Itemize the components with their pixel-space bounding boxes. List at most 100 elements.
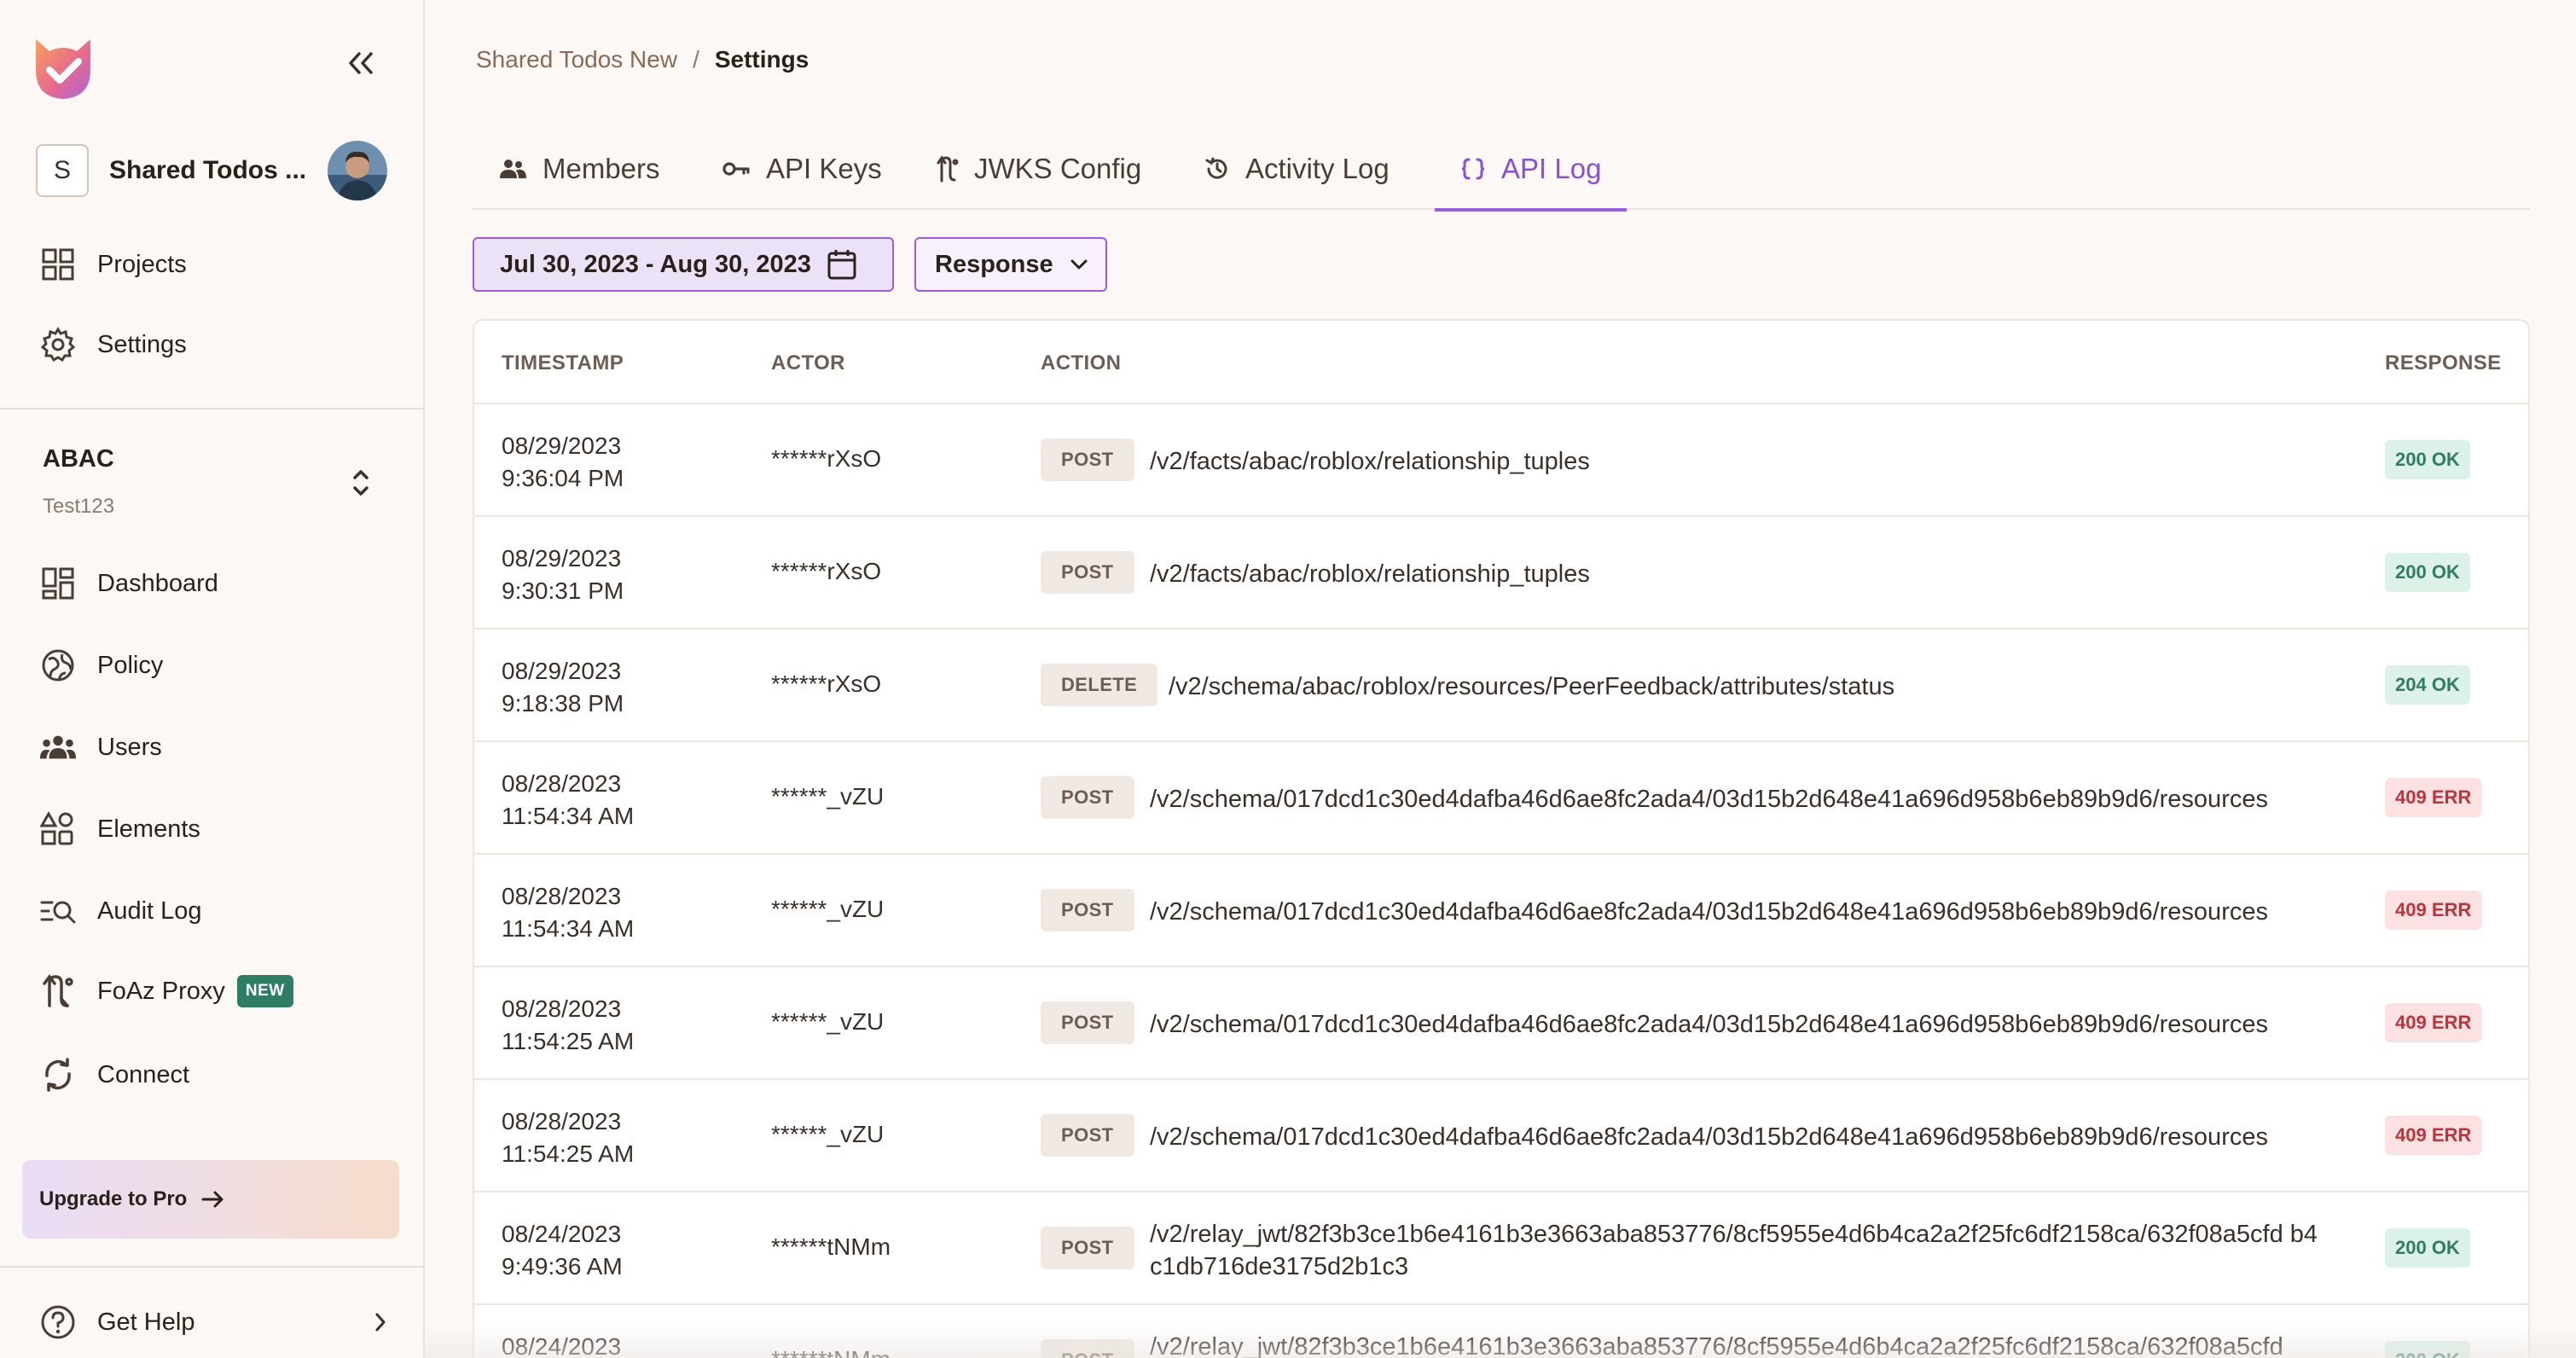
- policy-icon: [39, 647, 77, 684]
- sidebar-item-audit-log[interactable]: Audit Log: [39, 887, 389, 935]
- timestamp-time: 11:54:34 AM: [502, 915, 635, 942]
- timestamp-time: 11:54:25 AM: [502, 1140, 635, 1167]
- table-row[interactable]: 08/28/2023 11:54:34 AM ******_vZU POST /v…: [474, 742, 2528, 855]
- workspace-avatar: S: [36, 144, 89, 197]
- api-log-table: TIMESTAMP ACTOR ACTION RESPONSE 08/29/20…: [473, 319, 2530, 1358]
- tab-activity-log[interactable]: Activity Log: [1179, 128, 1415, 210]
- upgrade-to-pro-button[interactable]: Upgrade to Pro: [22, 1160, 399, 1239]
- sidebar-item-connect[interactable]: Connect: [39, 1051, 389, 1099]
- members-icon: [500, 160, 526, 178]
- timestamp-cell: 08/28/2023 11:54:25 AM: [502, 993, 634, 1058]
- project-switcher-button[interactable]: [348, 466, 374, 500]
- permit-logo-icon[interactable]: [29, 31, 97, 102]
- user-avatar[interactable]: [328, 141, 387, 200]
- table-row[interactable]: 08/24/2023 ******tNMm POST /v2/relay_jwt…: [474, 1305, 2528, 1358]
- sync-icon: [39, 1056, 77, 1094]
- sidebar-item-label: Dashboard: [97, 569, 218, 597]
- timestamp-date: 08/24/2023: [502, 1333, 622, 1358]
- http-method-badge: POST: [1041, 889, 1134, 931]
- sidebar-item-users[interactable]: Users: [39, 723, 389, 771]
- timestamp-date: 08/29/2023: [502, 432, 622, 459]
- get-help-button[interactable]: Get Help: [39, 1297, 389, 1348]
- timestamp-time: 9:30:31 PM: [502, 577, 624, 604]
- settings-tabs: Members API Keys JWKS Config Activity Lo…: [473, 128, 2530, 212]
- column-header-response: RESPONSE: [2385, 351, 2502, 374]
- sidebar-item-dashboard[interactable]: Dashboard: [39, 560, 389, 607]
- timestamp-cell: 08/29/2023 9:18:38 PM: [502, 655, 624, 720]
- users-icon: [39, 728, 77, 766]
- status-badge: 409 ERR: [2385, 778, 2482, 817]
- table-row[interactable]: 08/28/2023 11:54:25 AM ******_vZU POST /v…: [474, 967, 2528, 1080]
- status-badge: 409 ERR: [2385, 1003, 2482, 1042]
- status-badge: 409 ERR: [2385, 1116, 2482, 1155]
- tab-label: JWKS Config: [974, 153, 1142, 184]
- timestamp-date: 08/24/2023: [502, 1221, 622, 1247]
- actor-cell: ******tNMm: [771, 1346, 891, 1358]
- response-filter-dropdown[interactable]: Response: [914, 237, 1107, 292]
- table-row[interactable]: 08/28/2023 11:54:25 AM ******_vZU POST /v…: [474, 1080, 2528, 1193]
- tab-label: API Log: [1501, 153, 1602, 184]
- breadcrumb-separator: /: [693, 46, 699, 73]
- sidebar-divider: [0, 1266, 425, 1268]
- braces-icon: [1461, 158, 1485, 180]
- timestamp-time: 9:18:38 PM: [502, 690, 624, 717]
- status-badge: 200 OK: [2385, 553, 2470, 592]
- proxy-icon: [39, 972, 77, 1010]
- table-row[interactable]: 08/29/2023 9:36:04 PM ******rXsO POST /v2…: [474, 404, 2528, 517]
- tab-jwks-config[interactable]: JWKS Config: [911, 128, 1167, 210]
- http-method-badge: POST: [1041, 1227, 1134, 1269]
- chevron-right-icon: [375, 1313, 386, 1332]
- date-range-picker[interactable]: Jul 30, 2023 - Aug 30, 2023: [473, 237, 894, 292]
- request-path: /v2/facts/abac/roblox/relationship_tuple…: [1150, 560, 1590, 588]
- date-range-value: Jul 30, 2023 - Aug 30, 2023: [500, 250, 811, 278]
- actor-cell: ******_vZU: [771, 783, 885, 810]
- get-help-label: Get Help: [97, 1308, 195, 1336]
- collapse-sidebar-button[interactable]: [341, 44, 379, 82]
- breadcrumb-parent[interactable]: Shared Todos New: [476, 46, 677, 73]
- workspace-name: Shared Todos ...: [109, 156, 307, 184]
- timestamp-cell: 08/24/2023 9:49:36 AM: [502, 1218, 623, 1283]
- workspace-switcher[interactable]: S Shared Todos ...: [36, 141, 387, 200]
- upgrade-label: Upgrade to Pro: [39, 1187, 188, 1210]
- grid-icon: [39, 246, 77, 283]
- project-name: ABAC: [43, 445, 114, 473]
- table-row[interactable]: 08/24/2023 9:49:36 AM ******tNMm POST /v2…: [474, 1193, 2528, 1305]
- actor-cell: ******_vZU: [771, 1121, 885, 1147]
- sidebar-item-projects[interactable]: Projects: [39, 241, 389, 288]
- http-method-badge: POST: [1041, 776, 1134, 819]
- table-row[interactable]: 08/29/2023 9:18:38 PM ******rXsO DELETE /…: [474, 630, 2528, 742]
- tab-api-log[interactable]: API Log: [1435, 128, 1627, 212]
- actor-cell: ******rXsO: [771, 558, 882, 584]
- table-row[interactable]: 08/29/2023 9:30:31 PM ******rXsO POST /v2…: [474, 517, 2528, 630]
- timestamp-date: 08/29/2023: [502, 658, 622, 684]
- status-badge: 200 OK: [2385, 1228, 2470, 1268]
- status-badge: 409 ERR: [2385, 891, 2482, 930]
- actor-cell: ******_vZU: [771, 896, 885, 922]
- sidebar-item-elements[interactable]: Elements: [39, 805, 389, 853]
- request-path: /v2/schema/017dcd1c30ed4dafba46d6ae8fc2a…: [1150, 898, 2268, 926]
- sidebar-item-policy[interactable]: Policy: [39, 641, 389, 689]
- actor-cell: ******tNMm: [771, 1233, 891, 1260]
- elements-icon: [39, 810, 77, 848]
- table-row[interactable]: 08/28/2023 11:54:34 AM ******_vZU POST /v…: [474, 855, 2528, 967]
- request-path: /v2/relay_jwt/82f3b3ce1b6e4161b3e3663aba…: [1150, 1221, 2318, 1280]
- http-method-badge: POST: [1041, 1339, 1134, 1358]
- jwks-icon: [937, 155, 959, 183]
- tab-api-keys[interactable]: API Keys: [696, 128, 908, 210]
- timestamp-time: 11:54:34 AM: [502, 803, 635, 829]
- actor-cell: ******rXsO: [771, 445, 882, 472]
- calendar-icon: [827, 250, 856, 280]
- new-badge: NEW: [236, 975, 293, 1007]
- tab-members[interactable]: Members: [473, 128, 686, 210]
- timestamp-date: 08/28/2023: [502, 995, 622, 1022]
- sidebar-item-label: Audit Log: [97, 897, 202, 925]
- sidebar-item-foaz-proxy[interactable]: FoAz Proxy NEW: [39, 967, 389, 1015]
- status-badge: 204 OK: [2385, 665, 2470, 705]
- sidebar-item-label: Settings: [97, 330, 187, 358]
- timestamp-cell: 08/29/2023 9:36:04 PM: [502, 430, 624, 495]
- timestamp-date: 08/28/2023: [502, 770, 622, 797]
- key-icon: [722, 162, 750, 176]
- sidebar-item-settings[interactable]: Settings: [39, 321, 389, 369]
- environment-name: Test123: [43, 495, 115, 518]
- gear-icon: [39, 326, 77, 363]
